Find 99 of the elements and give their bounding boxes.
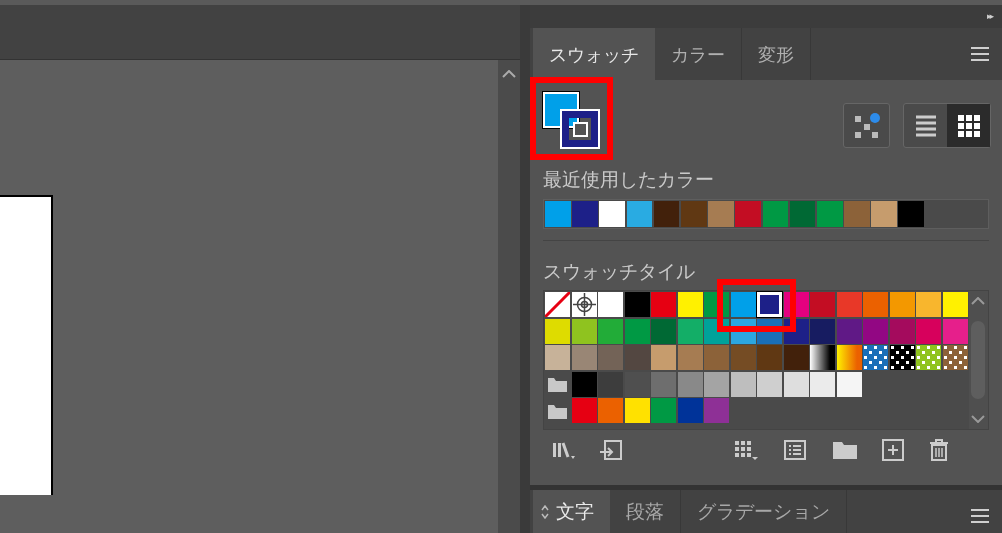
swatch[interactable] [783,345,809,370]
color-swatch[interactable] [545,201,571,227]
swatch[interactable] [757,371,782,397]
color-swatch[interactable] [653,201,680,227]
section-title: スウォッチタイル [543,262,696,284]
swatch[interactable] [942,292,968,317]
swatch[interactable] [889,292,915,317]
swatch[interactable] [545,345,570,370]
swatch[interactable] [651,345,676,370]
swatch[interactable] [624,318,650,344]
scroll-up-icon[interactable] [502,70,516,78]
new-swatch-icon[interactable] [882,439,904,461]
swatch[interactable] [704,345,729,370]
swatch[interactable] [651,318,676,344]
swatch[interactable] [889,345,915,370]
scroll-up-icon[interactable] [971,297,986,305]
swatch[interactable] [942,318,968,344]
expand-arrows-icon [541,504,549,519]
grid-view-button[interactable] [947,104,990,147]
swatch[interactable] [598,318,623,344]
swatch[interactable] [571,292,597,317]
menu-icon[interactable] [970,46,990,62]
swatch[interactable] [598,345,623,370]
swatch[interactable] [916,292,941,317]
swatch[interactable] [677,345,703,370]
list-icon [913,113,938,138]
color-swatch[interactable] [680,201,707,227]
swatch[interactable] [651,292,676,317]
swatch[interactable] [863,318,888,344]
swatch[interactable] [916,345,941,370]
import-icon[interactable] [599,439,623,461]
swatch[interactable] [836,345,862,370]
swatch[interactable] [624,398,650,423]
swatch[interactable] [624,371,650,397]
scroll-down-icon[interactable] [971,415,986,423]
swatch[interactable] [598,371,623,397]
color-swatch[interactable] [871,201,897,227]
folder-icon[interactable] [547,375,568,393]
swatch[interactable] [545,292,570,317]
swatch[interactable] [783,371,809,397]
swatch[interactable] [598,292,623,317]
swatch[interactable] [624,292,650,317]
swatch[interactable] [704,371,729,397]
trash-icon[interactable] [929,439,949,461]
swatch[interactable] [571,371,597,397]
swatch[interactable] [863,345,888,370]
folder-icon[interactable] [832,440,858,460]
swatch[interactable] [810,292,835,317]
color-swatch[interactable] [816,201,843,227]
panel-tab[interactable]: スウォッチ [533,28,655,80]
swatch[interactable] [836,318,862,344]
swatch[interactable] [836,292,862,317]
section-title: 最近使用したカラー [543,170,715,192]
swatch[interactable] [571,345,597,370]
library-icon[interactable] [551,440,577,460]
swatch[interactable] [651,371,676,397]
swatch[interactable] [545,318,570,344]
swatch[interactable] [651,398,676,423]
swatch[interactable] [730,292,756,317]
color-swatch[interactable] [898,201,925,227]
swatch[interactable] [730,371,756,397]
list-options-icon[interactable] [784,440,806,460]
swatch[interactable] [704,398,729,423]
swatch[interactable] [836,371,862,397]
swatch[interactable] [730,345,756,370]
grid-icon [956,113,981,138]
color-swatch[interactable] [844,201,870,227]
scrollbar[interactable] [968,291,988,429]
color-swatch[interactable] [572,201,598,227]
swatch[interactable] [916,318,941,344]
swatch[interactable] [942,345,968,370]
swatch[interactable] [757,345,782,370]
swatch[interactable] [624,345,650,370]
fill-stroke-drawing[interactable] [543,92,599,148]
swatch[interactable] [677,371,703,397]
panel-tab[interactable]: 文字 [533,490,610,533]
color-swatch[interactable] [708,201,734,227]
swatch[interactable] [598,398,623,423]
swatch[interactable] [677,398,703,423]
swatch[interactable] [571,318,597,344]
scrollbar[interactable] [498,60,520,533]
menu-icon[interactable] [970,507,990,524]
swatch-grid-menu-icon[interactable] [733,439,759,461]
swatch[interactable] [677,318,703,344]
show-kinds-button[interactable] [843,103,890,148]
color-swatch[interactable] [762,201,789,227]
swatch[interactable] [810,371,835,397]
color-swatch[interactable] [735,201,761,227]
color-swatch[interactable] [626,201,653,227]
collapse-button[interactable]: ▸▸ [986,9,992,24]
swatch[interactable] [863,292,888,317]
color-swatch[interactable] [789,201,816,227]
swatch-kinds-icon [852,111,881,140]
swatch[interactable] [889,318,915,344]
swatch[interactable] [677,292,703,317]
color-swatch[interactable] [599,201,626,227]
swatch[interactable] [810,318,835,344]
swatch[interactable] [810,345,835,370]
swatch[interactable] [571,398,597,423]
